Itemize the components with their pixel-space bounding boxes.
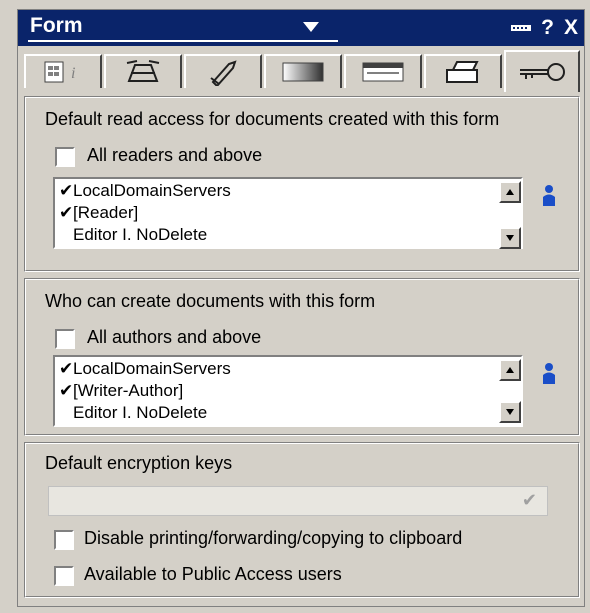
disable-printing-label: Disable printing/forwarding/copying to c…	[84, 528, 463, 548]
background-icon	[282, 62, 324, 82]
tab-security[interactable]	[504, 50, 580, 92]
disable-printing-checkbox[interactable]	[54, 530, 74, 550]
create-access-section: Who can create documents with this form …	[24, 278, 580, 436]
properties-type-dropdown[interactable]	[300, 18, 322, 36]
collapse-icon	[511, 25, 532, 31]
svg-text:i: i	[71, 65, 75, 82]
launch-icon	[210, 60, 237, 86]
person-icon	[543, 185, 555, 206]
form-properties-window: Form ? X i Default read access for docum…	[17, 9, 585, 607]
list-item[interactable]: Editor I. NoDelete	[59, 403, 207, 423]
key-icon	[520, 63, 565, 81]
tab-defaults[interactable]	[104, 54, 182, 88]
all-readers-checkbox[interactable]	[55, 147, 75, 167]
arrow-up-icon	[506, 367, 514, 373]
title-bar: Form ? X	[18, 10, 584, 46]
scroll-down-button[interactable]	[499, 227, 521, 249]
public-access-label: Available to Public Access users	[84, 564, 342, 584]
close-button[interactable]: X	[564, 16, 578, 40]
scroll-up-button[interactable]	[499, 359, 521, 381]
printer-icon	[446, 61, 479, 83]
authors-list[interactable]: ✔LocalDomainServers ✔[Writer-Author] Edi…	[53, 355, 523, 427]
scroll-up-button[interactable]	[499, 181, 521, 203]
window-title: Form	[30, 14, 83, 37]
encryption-heading: Default encryption keys	[45, 453, 233, 473]
chevron-down-icon	[303, 22, 319, 32]
list-item[interactable]: ✔LocalDomainServers	[59, 181, 231, 201]
person-icon	[543, 363, 555, 384]
header-footer-icon	[362, 62, 404, 82]
arrow-down-icon	[506, 235, 514, 241]
tab-header[interactable]	[344, 54, 422, 88]
arrow-down-icon	[506, 409, 514, 415]
public-access-checkbox[interactable]	[54, 566, 74, 586]
read-access-heading: Default read access for documents create…	[45, 109, 500, 129]
list-item[interactable]: ✔LocalDomainServers	[59, 359, 231, 379]
select-authors-button[interactable]	[535, 359, 563, 389]
list-item[interactable]: Editor I. NoDelete	[59, 225, 207, 245]
tab-print[interactable]	[424, 54, 502, 88]
info-icon: i	[44, 61, 75, 83]
collapse-button[interactable]	[511, 23, 532, 33]
encryption-keys-field[interactable]: ✔	[48, 486, 548, 516]
tab-strip: i	[24, 50, 580, 94]
read-access-section: Default read access for documents create…	[24, 96, 580, 272]
create-access-heading: Who can create documents with this form	[45, 291, 376, 311]
scroll-down-button[interactable]	[499, 401, 521, 423]
list-item[interactable]: ✔[Reader]	[59, 203, 138, 223]
arrow-up-icon	[506, 189, 514, 195]
checkmark-icon: ✔	[521, 490, 537, 510]
title-underline	[28, 40, 338, 42]
help-button[interactable]: ?	[541, 16, 554, 40]
tab-info[interactable]: i	[24, 54, 102, 88]
select-readers-button[interactable]	[535, 181, 563, 211]
tab-background[interactable]	[264, 54, 342, 88]
all-authors-checkbox[interactable]	[55, 329, 75, 349]
all-authors-label: All authors and above	[87, 327, 262, 347]
tab-launch[interactable]	[184, 54, 262, 88]
readers-list[interactable]: ✔LocalDomainServers ✔[Reader] Editor I. …	[53, 177, 523, 249]
all-readers-label: All readers and above	[87, 145, 263, 165]
defaults-icon	[126, 60, 160, 82]
list-item[interactable]: ✔[Writer-Author]	[59, 381, 183, 401]
